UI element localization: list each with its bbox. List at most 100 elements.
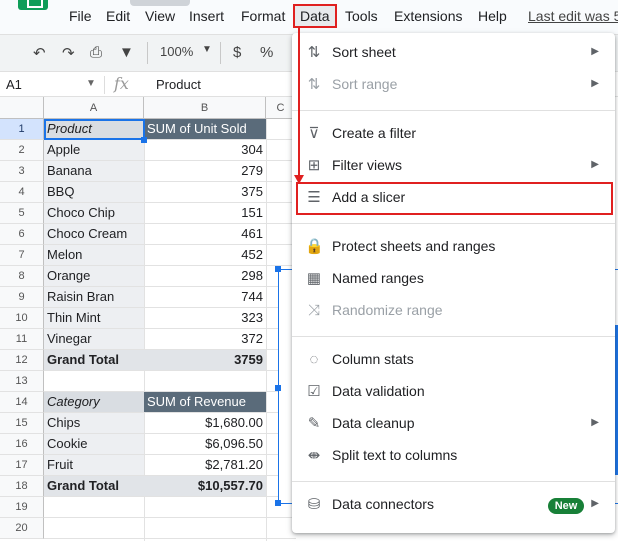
last-edit-link[interactable]: Last edit was 5 <box>528 8 618 24</box>
menu-item-named-ranges[interactable]: ▦ Named ranges <box>292 263 615 295</box>
grid-cell[interactable]: $1,680.00 <box>144 413 266 433</box>
chevron-down-icon[interactable]: ▼ <box>86 78 96 89</box>
grid-cell[interactable]: Orange <box>44 266 144 286</box>
filter-icon: ⊽ <box>308 125 320 142</box>
grid-cell[interactable]: Fruit <box>44 455 144 475</box>
grid-cell[interactable]: Vinegar <box>44 329 144 349</box>
grid-cell[interactable]: Chips <box>44 413 144 433</box>
grid-cell[interactable]: 744 <box>144 287 266 307</box>
grid-cell[interactable]: 279 <box>144 161 266 181</box>
grid-cell[interactable]: SUM of Unit Sold <box>144 119 266 139</box>
annotation-arrow <box>298 28 300 178</box>
paint-format-icon[interactable]: ▼ <box>119 44 134 61</box>
grid-cell[interactable]: $6,096.50 <box>144 434 266 454</box>
menu-item-protect-sheets-and-ranges[interactable]: 🔒 Protect sheets and ranges <box>292 231 615 263</box>
row-header[interactable]: 4 <box>0 182 44 203</box>
menu-item-split-text-to-columns[interactable]: ⇼ Split text to columns <box>292 440 615 472</box>
grid-cell[interactable]: 461 <box>144 224 266 244</box>
row-header[interactable]: 7 <box>0 245 44 266</box>
menu-help[interactable]: Help <box>478 8 507 24</box>
menu-format[interactable]: Format <box>241 8 285 24</box>
menu-item-column-stats[interactable]: ◌ Column stats <box>292 344 615 376</box>
resize-handle[interactable] <box>275 266 281 272</box>
grid-cell[interactable]: Cookie <box>44 434 144 454</box>
row-header[interactable]: 1 <box>0 119 44 140</box>
grid-cell[interactable]: $2,781.20 <box>144 455 266 475</box>
percent-format-button[interactable]: % <box>260 44 273 61</box>
column-header-a[interactable]: A <box>44 97 144 119</box>
grid-cell[interactable]: 151 <box>144 203 266 223</box>
grid-cell[interactable]: Apple <box>44 140 144 160</box>
grid-cell[interactable]: 375 <box>144 182 266 202</box>
row-header[interactable]: 12 <box>0 350 44 371</box>
grid-cell[interactable]: 298 <box>144 266 266 286</box>
grid-cell[interactable]: Category <box>44 392 144 412</box>
grid-cell[interactable]: SUM of Revenue <box>144 392 266 412</box>
grid-cell[interactable]: Banana <box>44 161 144 181</box>
print-icon[interactable]: ⎙ <box>90 44 102 61</box>
menu-item-create-a-filter[interactable]: ⊽ Create a filter <box>292 118 615 150</box>
menu-view[interactable]: View <box>145 8 175 24</box>
menu-file[interactable]: File <box>69 8 92 24</box>
redo-icon[interactable]: ↷ <box>62 44 75 62</box>
menu-item-sort-sheet[interactable]: ⇅ Sort sheet ▶ <box>292 37 615 69</box>
grid-cell[interactable]: Choco Chip <box>44 203 144 223</box>
fill-handle[interactable] <box>141 137 147 143</box>
row-header[interactable]: 5 <box>0 203 44 224</box>
grid-cell[interactable]: Raisin Bran <box>44 287 144 307</box>
currency-format-button[interactable]: $ <box>233 44 241 61</box>
grid-cell[interactable]: Grand Total <box>44 476 144 496</box>
grid-cell[interactable]: 304 <box>144 140 266 160</box>
row-header[interactable]: 11 <box>0 329 44 350</box>
select-all-corner[interactable] <box>0 97 44 119</box>
menu-item-label: Sort range <box>332 76 398 92</box>
grid-cell[interactable]: 3759 <box>144 350 266 370</box>
row-header[interactable]: 18 <box>0 476 44 497</box>
menu-item-filter-views[interactable]: ⊞ Filter views ▶ <box>292 150 615 182</box>
row-header[interactable]: 8 <box>0 266 44 287</box>
row-header[interactable]: 16 <box>0 434 44 455</box>
menu-extensions[interactable]: Extensions <box>394 8 462 24</box>
row-header[interactable]: 14 <box>0 392 44 413</box>
formula-input[interactable]: Product <box>156 77 201 92</box>
menu-data[interactable]: Data <box>300 8 330 24</box>
row-header[interactable]: 13 <box>0 371 44 392</box>
menu-item-data-cleanup[interactable]: ✎ Data cleanup ▶ <box>292 408 615 440</box>
menu-edit[interactable]: Edit <box>106 8 130 24</box>
grid-cell[interactable]: Choco Cream <box>44 224 144 244</box>
row-header[interactable]: 6 <box>0 224 44 245</box>
sheet-grid[interactable]: 1 2 3 4 5 6 7 8 9 10 11 12 13 14 15 16 17 18 19 20 Product SU… <box>0 119 296 541</box>
row-header[interactable]: 15 <box>0 413 44 434</box>
resize-handle[interactable] <box>275 500 281 506</box>
wand-icon: ✎ <box>307 415 321 432</box>
grid-cell[interactable]: 323 <box>144 308 266 328</box>
row-header[interactable]: 2 <box>0 140 44 161</box>
document-title[interactable] <box>130 0 190 6</box>
row-header[interactable]: 20 <box>0 518 44 539</box>
grid-cell[interactable]: Thin Mint <box>44 308 144 328</box>
column-header-b[interactable]: B <box>144 97 266 119</box>
row-header[interactable]: 17 <box>0 455 44 476</box>
menu-tools[interactable]: Tools <box>345 8 378 24</box>
menu-divider <box>292 481 615 482</box>
lock-icon: 🔒 <box>305 238 324 255</box>
row-header[interactable]: 3 <box>0 161 44 182</box>
menu-item-data-validation[interactable]: ☑ Data validation <box>292 376 615 408</box>
chevron-down-icon[interactable]: ▼ <box>202 44 212 55</box>
grid-cell[interactable]: $10,557.70 <box>144 476 266 496</box>
sheets-logo-icon[interactable] <box>18 0 48 10</box>
grid-cell[interactable]: 372 <box>144 329 266 349</box>
row-header[interactable]: 9 <box>0 287 44 308</box>
menu-insert[interactable]: Insert <box>189 8 224 24</box>
grid-cell[interactable]: Melon <box>44 245 144 265</box>
resize-handle[interactable] <box>275 385 281 391</box>
undo-icon[interactable]: ↶ <box>33 44 46 62</box>
row-header[interactable]: 10 <box>0 308 44 329</box>
name-box[interactable]: A1 <box>6 77 22 92</box>
menu-divider <box>292 223 615 224</box>
zoom-select[interactable]: 100% <box>160 44 193 59</box>
grid-cell[interactable]: 452 <box>144 245 266 265</box>
grid-cell[interactable]: BBQ <box>44 182 144 202</box>
row-header[interactable]: 19 <box>0 497 44 518</box>
grid-cell[interactable]: Grand Total <box>44 350 144 370</box>
